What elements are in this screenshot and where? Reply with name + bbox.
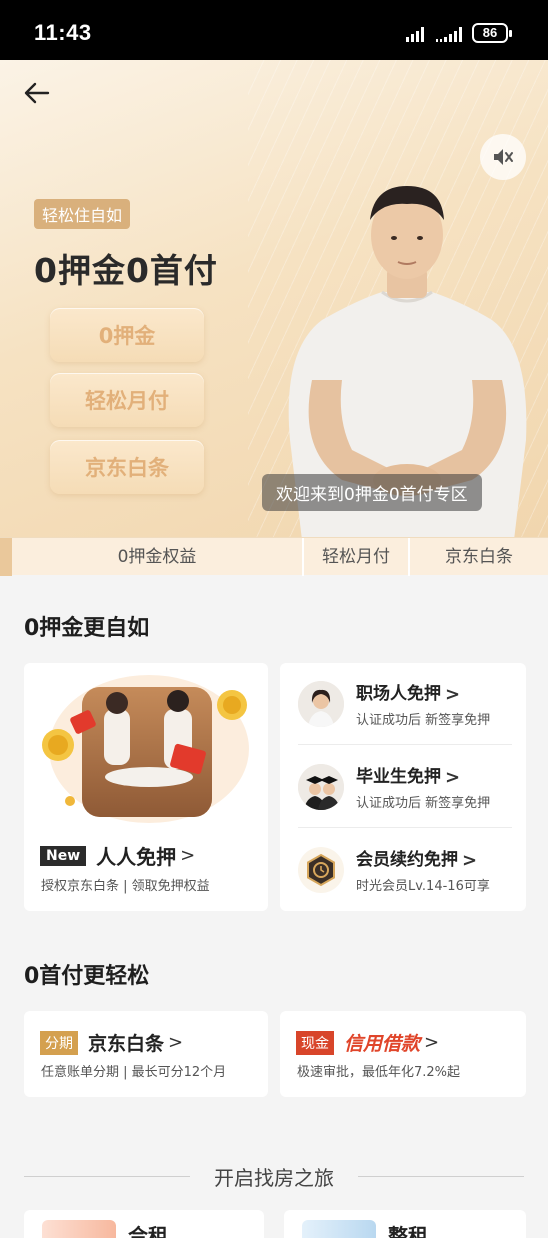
list-item-professional[interactable]: 职场人免押 > 认证成功后 新签享免押: [280, 663, 526, 745]
chevron-right-icon: >: [424, 1032, 440, 1053]
active-tab-indicator: [0, 538, 12, 576]
list-item-title: 会员续约免押 >: [356, 849, 478, 871]
hero-pill-deposit[interactable]: 0押金: [50, 308, 204, 362]
list-item-sub: 时光会员Lv.14-16可享: [356, 879, 490, 894]
house-card-label: 合租: [128, 1224, 168, 1238]
chevron-right-icon: >: [445, 766, 461, 788]
speaker-muted-icon: [494, 149, 513, 165]
exemption-list-card: 职场人免押> 认证成功后 新签享免押 毕业生免押> 认证成功后 新签享免押: [280, 663, 526, 911]
pay-card-credit-loan[interactable]: 现金 信用借款 > 极速审批，最低年化7.2%起: [280, 1011, 526, 1097]
cell-signal-icon: [406, 26, 424, 42]
installment-badge: 分期: [40, 1030, 78, 1055]
list-item-member-renewal[interactable]: 会员续约免押 > 时光会员Lv.14-16可享: [280, 829, 526, 911]
feature-card-everyone-free[interactable]: New 人人免押 > 授权京东白条 | 领取免押权益: [24, 663, 268, 911]
mute-button[interactable]: [480, 134, 526, 180]
divider: [298, 827, 512, 828]
hexagon-member-icon: [298, 847, 344, 893]
battery-icon: 86: [472, 23, 512, 43]
hero-banner: 轻松住自如 0押金0首付 0押金 轻松月付 京东白条 欢迎来到0押金0首付专区: [0, 60, 548, 538]
video-caption: 欢迎来到0押金0首付专区: [262, 474, 482, 511]
professional-woman-avatar-icon: [298, 681, 344, 727]
list-item-sub: 认证成功后 新签享免押: [356, 713, 491, 728]
shared-rent-image: [42, 1220, 116, 1238]
list-item-title: 毕业生免押 >: [356, 766, 461, 788]
cell-signal-2-icon: [436, 26, 462, 42]
whole-rent-image: [302, 1220, 376, 1238]
chevron-right-icon: >: [168, 1032, 184, 1053]
hero-tag: 轻松住自如: [34, 199, 131, 229]
clock: 11:43: [34, 20, 92, 45]
hero-pill-monthly[interactable]: 轻松月付: [50, 373, 204, 427]
feature-label: 人人免押: [96, 845, 177, 869]
list-item-title: 职场人免押 >: [356, 683, 461, 705]
house-card-label: 整租: [388, 1224, 428, 1238]
cash-badge: 现金: [296, 1030, 334, 1055]
list-item-sub: 认证成功后 新签享免押: [356, 796, 491, 811]
new-badge: New: [40, 845, 87, 866]
divider: [298, 744, 512, 745]
arrow-left-icon: [24, 82, 50, 104]
journey-divider: 开启找房之旅: [24, 1162, 524, 1190]
divider-line: [358, 1176, 524, 1177]
list-item-graduate[interactable]: 毕业生免押 > 认证成功后 新签享免押: [280, 746, 526, 828]
pay-card-label: 京东白条: [88, 1033, 165, 1055]
hero-pill-baitiao[interactable]: 京东白条: [50, 440, 204, 494]
graduate-avatar-icon: [298, 764, 344, 810]
couple-illustration: [42, 675, 249, 823]
pay-card-label: 信用借款: [344, 1033, 421, 1055]
pay-card-baitiao[interactable]: 分期 京东白条 > 任意账单分期 | 最长可分12个月: [24, 1011, 268, 1097]
section-title-downpayment: 0首付更轻松: [24, 964, 150, 989]
pay-card-sub: 任意账单分期 | 最长可分12个月: [41, 1065, 227, 1080]
hero-title: 0押金0首付: [34, 251, 218, 290]
tab-baitiao[interactable]: 京东白条: [410, 538, 548, 576]
back-button[interactable]: [22, 78, 52, 108]
tab-deposit-rights[interactable]: 0押金权益: [12, 538, 302, 576]
feature-label-row: New 人人免押 >: [40, 841, 195, 870]
section-title-deposit: 0押金更自如: [24, 616, 150, 641]
chevron-right-icon: >: [445, 683, 461, 705]
pay-card-sub: 极速审批，最低年化7.2%起: [297, 1065, 461, 1080]
section-tabs: 0押金权益 轻松月付 京东白条: [0, 537, 548, 576]
status-bar: 11:43 86: [0, 0, 548, 60]
chevron-right-icon: >: [180, 845, 196, 866]
feature-sub: 授权京东白条 | 领取免押权益: [41, 879, 210, 894]
tab-monthly-pay[interactable]: 轻松月付: [304, 538, 408, 576]
chevron-right-icon: >: [462, 849, 478, 871]
house-card-whole[interactable]: 整租: [284, 1210, 526, 1238]
house-card-shared[interactable]: 合租: [24, 1210, 264, 1238]
